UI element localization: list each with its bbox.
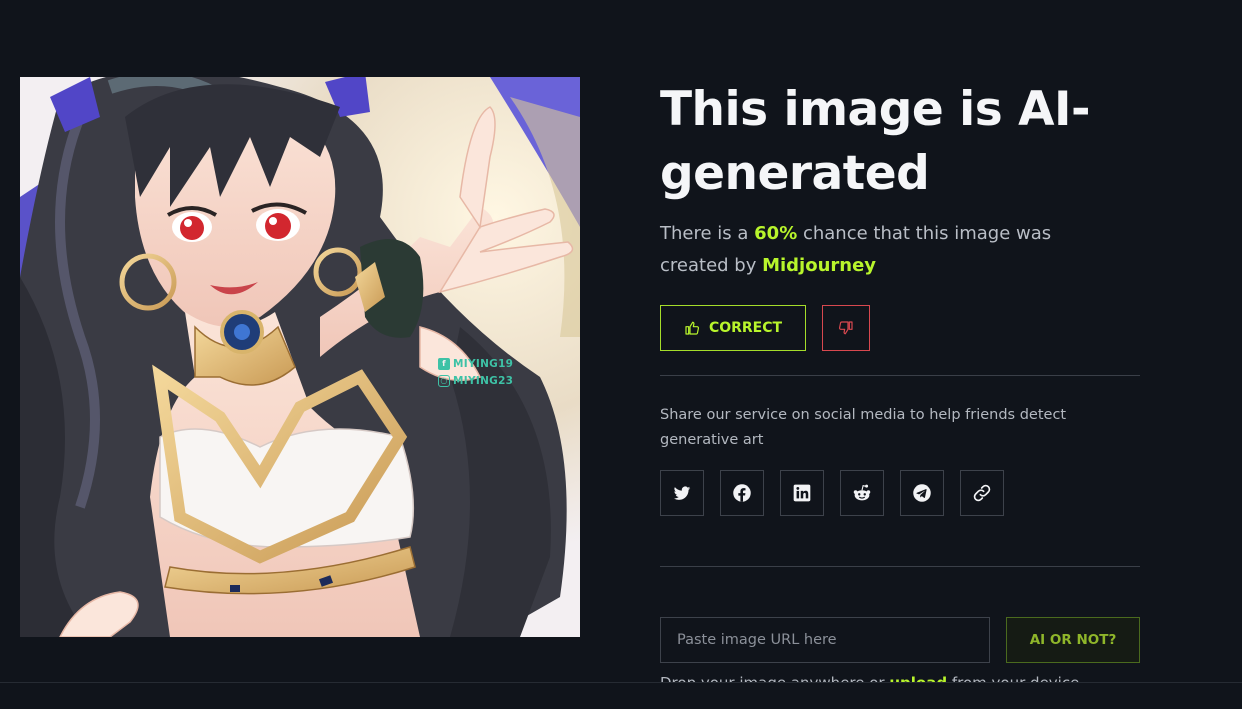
incorrect-button[interactable] [822, 305, 870, 351]
page: f MIYING19 ○ MIYING23 This image is AI-g… [0, 0, 1242, 709]
copy-link-button[interactable] [960, 470, 1004, 516]
instagram-icon: ○ [438, 375, 450, 387]
twitter-icon [673, 486, 691, 500]
url-check-row: AI OR NOT? [660, 617, 1140, 663]
probability-value: 60% [754, 223, 798, 244]
bottom-bar [0, 682, 1242, 709]
reddit-icon [853, 484, 871, 501]
share-facebook-button[interactable] [720, 470, 764, 516]
result-title: This image is AI-generated [660, 82, 1090, 201]
share-buttons [660, 470, 1140, 516]
share-text: Share our service on social media to hel… [660, 407, 1067, 448]
linkedin-icon [793, 484, 811, 502]
result-description: There is a 60% chance that this image wa… [660, 223, 1052, 276]
facebook-icon [733, 484, 751, 502]
telegram-icon [913, 484, 931, 502]
thumbs-down-icon [838, 321, 853, 335]
divider [660, 375, 1140, 376]
feedback-row: CORRECT [660, 305, 1140, 351]
image-url-input[interactable] [660, 617, 990, 663]
thumbs-up-icon [685, 321, 699, 335]
analyzed-image: f MIYING19 ○ MIYING23 [20, 77, 580, 637]
share-reddit-button[interactable] [840, 470, 884, 516]
correct-button[interactable]: CORRECT [660, 305, 806, 351]
generator-name: Midjourney [762, 255, 877, 276]
share-telegram-button[interactable] [900, 470, 944, 516]
facebook-icon: f [438, 358, 450, 370]
anime-artwork [20, 77, 580, 637]
share-linkedin-button[interactable] [780, 470, 824, 516]
result-panel: This image is AI-generated There is a 60… [660, 78, 1140, 692]
ai-or-not-button[interactable]: AI OR NOT? [1006, 617, 1140, 663]
share-twitter-button[interactable] [660, 470, 704, 516]
watermark-instagram: ○ MIYING23 [438, 375, 513, 387]
divider [660, 566, 1140, 567]
link-icon [973, 484, 991, 502]
watermark-facebook: f MIYING19 [438, 358, 513, 370]
